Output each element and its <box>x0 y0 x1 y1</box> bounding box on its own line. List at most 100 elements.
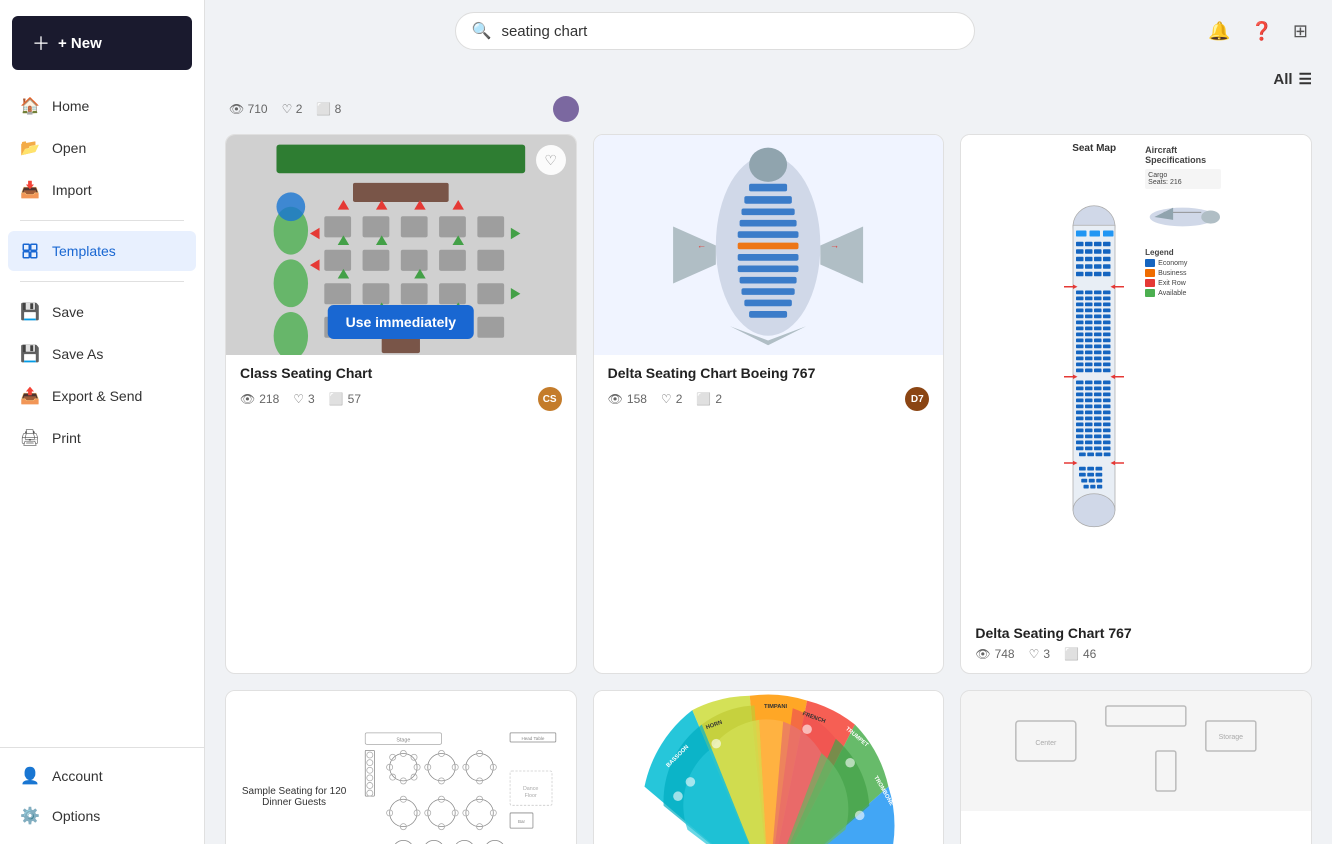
filter-bar: All ☰ <box>205 62 1332 96</box>
templates-icon <box>20 241 40 261</box>
svg-text:Center: Center <box>1036 740 1058 747</box>
svg-text:VIOLIN: VIOLIN <box>645 797 660 817</box>
likes-delta-767: ♡ 2 <box>661 392 682 406</box>
card-meta-class-seating: 👁 218 ♡ 3 ⬜ 57 CS <box>240 387 562 411</box>
card-thumb-delta-seatmap: Seat Map <box>961 135 1311 615</box>
svg-text:←: ← <box>697 240 707 251</box>
svg-text:Dance: Dance <box>523 786 538 792</box>
partial-copies: ⬜ 8 <box>316 102 341 116</box>
sidebar-label-import: Import <box>52 182 92 198</box>
views-delta-767: 👁 158 <box>608 392 647 406</box>
card-orchestra[interactable]: MODERN PERIOD BASSOON HORN TIMPANI FRENC… <box>593 690 945 844</box>
search-input[interactable] <box>501 23 957 40</box>
apps-button[interactable]: ⊞ <box>1289 17 1312 46</box>
sidebar-label-options: Options <box>52 808 100 824</box>
svg-text:Floor: Floor <box>525 792 537 798</box>
card-delta-767[interactable]: ← → Delta Seating Chart Boeing 767 👁 158… <box>593 134 945 674</box>
card-title-class-seating: Class Seating Chart <box>240 365 562 381</box>
sidebar-label-open: Open <box>52 140 86 156</box>
nav-divider-1 <box>20 220 184 221</box>
card-thumb-orchestra: MODERN PERIOD BASSOON HORN TIMPANI FRENC… <box>594 691 944 844</box>
card-info-class-seating: Class Seating Chart 👁 218 ♡ 3 ⬜ 57 CS <box>226 355 576 423</box>
sidebar-label-export: Export & Send <box>52 388 142 404</box>
partial-bottom-svg: Center Storage <box>961 691 1311 811</box>
options-icon: ⚙️ <box>20 806 40 826</box>
sidebar-item-templates[interactable]: Templates <box>8 231 196 271</box>
main-content: 🔍 🔔 ❓ ⊞ All ☰ 👁 710 ♡ 2 ⬜ 8 <box>205 0 1332 844</box>
sidebar-item-save[interactable]: 💾 Save <box>8 292 196 332</box>
partial-likes: ♡ 2 <box>282 102 303 116</box>
card-thumb-class-seating: ♡ Use immediately <box>226 135 576 355</box>
new-button-label: + New <box>58 35 102 52</box>
aircraft-side-view <box>1145 192 1220 242</box>
sidebar-label-account: Account <box>52 768 103 784</box>
sidebar-nav: 🏠 Home 📂 Open 📥 Import Templates <box>0 86 204 747</box>
template-grid: ♡ Use immediately Class Seating Chart 👁 … <box>225 134 1312 844</box>
account-icon: 👤 <box>20 766 40 786</box>
export-icon: 📤 <box>20 386 40 406</box>
plus-icon: ＋ <box>32 30 50 56</box>
save-icon: 💾 <box>20 302 40 322</box>
svg-text:→: → <box>830 240 840 251</box>
likes-class-seating: ♡ 3 <box>293 392 314 406</box>
home-icon: 🏠 <box>20 96 40 116</box>
seatmap-detailed-svg <box>1049 158 1139 588</box>
print-icon: 🖨 <box>20 428 40 448</box>
dinner-seating-svg: Stage <box>350 714 563 844</box>
sidebar-label-print: Print <box>52 430 81 446</box>
card-title-delta-767: Delta Seating Chart Boeing 767 <box>608 365 930 381</box>
card-dinner-seating[interactable]: Sample Seating for 120 Dinner Guests Sta… <box>225 690 577 844</box>
help-button[interactable]: ❓ <box>1246 17 1276 46</box>
card-class-seating[interactable]: ♡ Use immediately Class Seating Chart 👁 … <box>225 134 577 674</box>
sidebar: ＋ + New 🏠 Home 📂 Open 📥 Import <box>0 0 205 844</box>
sidebar-item-account[interactable]: 👤 Account <box>8 756 196 796</box>
card-info-delta-seatmap: Delta Seating Chart 767 👁 748 ♡ 3 ⬜ 46 <box>961 615 1311 673</box>
use-immediately-class-seating[interactable]: Use immediately <box>328 305 475 339</box>
avatar-class-seating: CS <box>538 387 562 411</box>
card-meta-delta-seatmap: 👁 748 ♡ 3 ⬜ 46 <box>975 647 1297 661</box>
delta-767-svg: ← → <box>602 141 934 350</box>
header-actions: 🔔 ❓ ⊞ <box>1204 17 1312 46</box>
sidebar-item-export[interactable]: 📤 Export & Send <box>8 376 196 416</box>
filter-icon: ☰ <box>1299 70 1312 88</box>
card-info-delta-767: Delta Seating Chart Boeing 767 👁 158 ♡ 2… <box>594 355 944 423</box>
sidebar-label-templates: Templates <box>52 243 116 259</box>
copies-class-seating: ⬜ 57 <box>329 392 361 406</box>
content-scroll: 👁 710 ♡ 2 ⬜ 8 <box>205 96 1332 844</box>
sidebar-item-options[interactable]: ⚙️ Options <box>8 796 196 836</box>
favorite-class-seating[interactable]: ♡ <box>536 145 566 175</box>
header: 🔍 🔔 ❓ ⊞ <box>205 0 1332 62</box>
notification-button[interactable]: 🔔 <box>1204 17 1234 46</box>
svg-text:Storage: Storage <box>1219 734 1244 741</box>
filter-label: All <box>1273 71 1292 88</box>
search-bar[interactable]: 🔍 <box>455 12 975 50</box>
card-delta-seatmap[interactable]: Seat Map <box>960 134 1312 674</box>
card-partial-bottom[interactable]: Center Storage <box>960 690 1312 844</box>
card-thumb-dinner-seating: Sample Seating for 120 Dinner Guests Sta… <box>226 691 576 844</box>
views-delta-seatmap: 👁 748 <box>975 647 1014 661</box>
sidebar-item-open[interactable]: 📂 Open <box>8 128 196 168</box>
card-meta-delta-767: 👁 158 ♡ 2 ⬜ 2 D7 <box>608 387 930 411</box>
sidebar-item-save-as[interactable]: 💾 Save As <box>8 334 196 374</box>
orchestra-svg: MODERN PERIOD BASSOON HORN TIMPANI FRENC… <box>594 691 944 844</box>
svg-text:Stage: Stage <box>397 737 411 743</box>
card-title-delta-seatmap: Delta Seating Chart 767 <box>975 625 1297 641</box>
save-as-icon: 💾 <box>20 344 40 364</box>
svg-text:Head Table: Head Table <box>522 735 545 740</box>
card-thumb-delta-767: ← → <box>594 135 944 355</box>
sidebar-item-print[interactable]: 🖨 Print <box>8 418 196 458</box>
filter-button[interactable]: All ☰ <box>1273 70 1312 88</box>
sidebar-item-home[interactable]: 🏠 Home <box>8 86 196 126</box>
sidebar-label-save-as: Save As <box>52 346 103 362</box>
svg-text:Bar: Bar <box>518 818 526 823</box>
nav-divider-2 <box>20 281 184 282</box>
new-button[interactable]: ＋ + New <box>12 16 192 70</box>
copies-delta-767: ⬜ 2 <box>696 392 722 406</box>
sidebar-item-import[interactable]: 📥 Import <box>8 170 196 210</box>
sidebar-label-save: Save <box>52 304 84 320</box>
open-icon: 📂 <box>20 138 40 158</box>
sidebar-bottom: 👤 Account ⚙️ Options <box>0 747 204 844</box>
search-icon: 🔍 <box>472 21 492 41</box>
import-icon: 📥 <box>20 180 40 200</box>
views-class-seating: 👁 218 <box>240 392 279 406</box>
